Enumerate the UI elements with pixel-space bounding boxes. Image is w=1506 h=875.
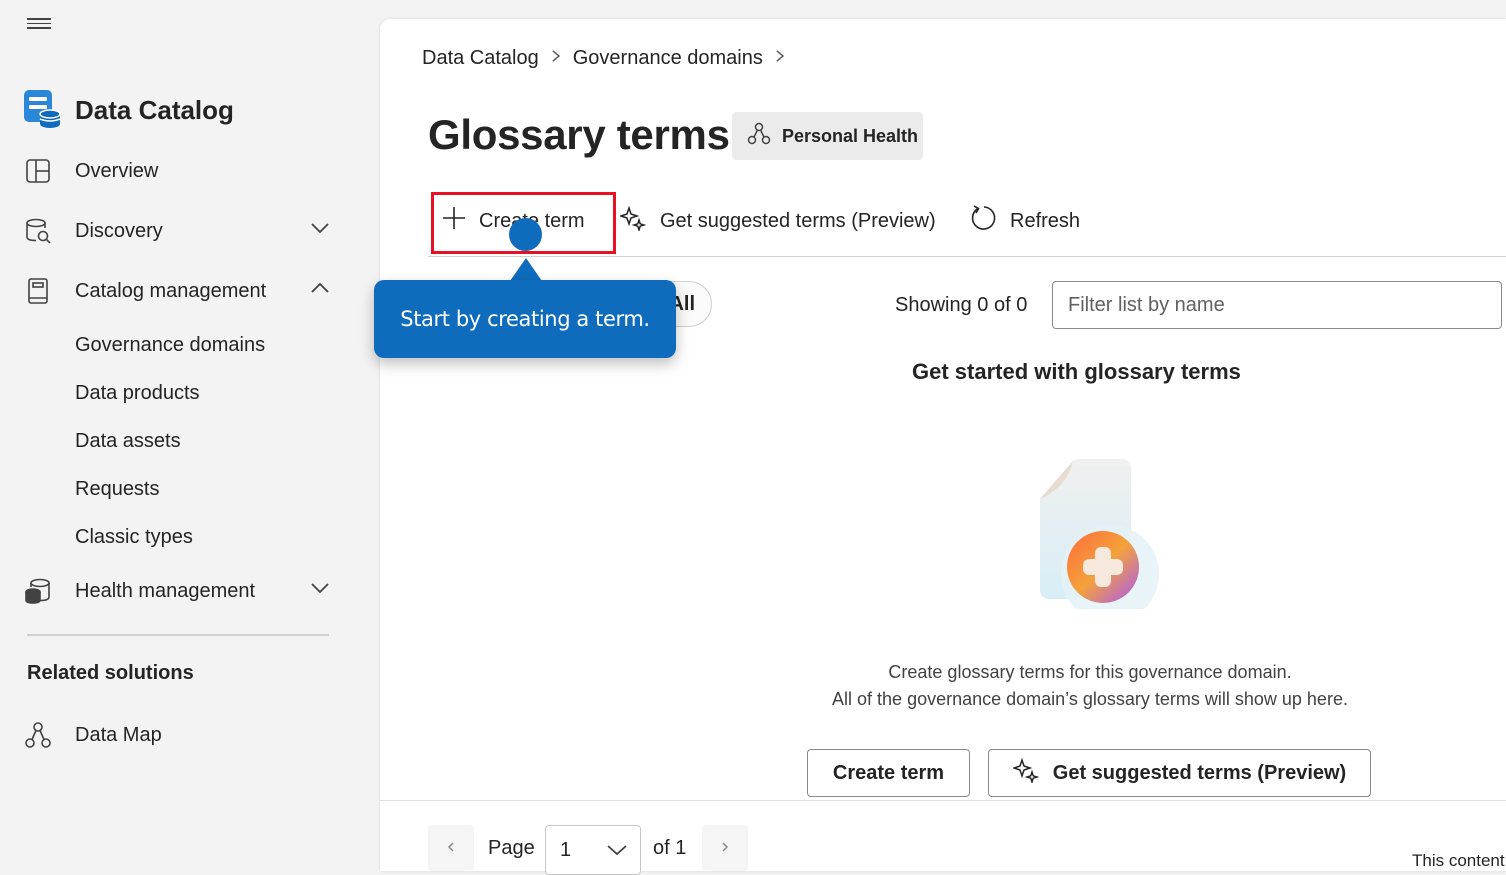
main-panel: Data Catalog Governance domains Glossary… <box>380 19 1506 875</box>
catalog-book-icon <box>22 276 54 306</box>
coachmark-text: Start by creating a term. <box>400 307 650 331</box>
footer-note: This content <box>1412 851 1505 870</box>
page-number-value: 1 <box>560 838 572 861</box>
empty-state-description: Create glossary terms for this governanc… <box>760 659 1420 713</box>
next-page-button[interactable] <box>702 825 748 871</box>
coachmark-tooltip: Start by creating a term. <box>374 280 676 358</box>
governance-domain-badge[interactable]: Personal Health <box>732 112 923 160</box>
breadcrumb-data-catalog[interactable]: Data Catalog <box>422 47 539 70</box>
refresh-button[interactable]: Refresh <box>970 201 1080 241</box>
app-title: Data Catalog <box>75 95 234 125</box>
empty-state-line-2: All of the governance domain’s glossary … <box>832 689 1348 709</box>
page-number-select[interactable]: 1 <box>545 825 641 875</box>
sparkle-icon <box>1011 757 1040 789</box>
breadcrumb-chevron-icon <box>775 49 785 68</box>
sidebar-item-health-management[interactable]: Health management <box>22 569 342 613</box>
sidebar-subitem-governance-domains[interactable]: Governance domains <box>75 330 265 360</box>
coachmark-beacon-dot[interactable] <box>509 218 542 251</box>
sidebar-item-label: Discovery <box>75 219 163 242</box>
chevron-up-icon[interactable] <box>310 281 330 300</box>
sidebar-item-data-map[interactable]: Data Map <box>22 713 342 757</box>
breadcrumb-chevron-icon <box>551 49 561 68</box>
sidebar-item-catalog-management[interactable]: Catalog management <box>22 269 342 313</box>
domain-badge-label: Personal Health <box>782 125 919 146</box>
domain-icon <box>747 122 771 151</box>
showing-count: Showing 0 of 0 <box>895 294 1028 316</box>
sidebar-item-discovery[interactable]: Discovery <box>22 209 342 253</box>
page-label: Page <box>488 837 535 859</box>
sparkle-icon <box>618 205 647 237</box>
sidebar-subitem-data-products[interactable]: Data products <box>75 378 200 408</box>
empty-state-illustration-icon <box>1015 439 1165 623</box>
chevron-down-icon[interactable] <box>310 581 330 600</box>
sidebar-item-label: Data Map <box>75 723 162 746</box>
related-solutions-heading: Related solutions <box>27 662 194 684</box>
sidebar-subitem-requests[interactable]: Requests <box>75 474 160 504</box>
chevron-left-icon <box>446 838 456 859</box>
health-database-icon <box>22 576 54 606</box>
chevron-right-icon <box>720 838 730 859</box>
sidebar-divider <box>27 634 329 636</box>
sidebar-item-label: Catalog management <box>75 279 267 302</box>
footer-divider <box>380 800 1506 801</box>
hamburger-menu-icon[interactable] <box>27 18 51 32</box>
refresh-icon <box>970 204 998 238</box>
chevron-down-icon[interactable] <box>310 221 330 240</box>
discovery-icon <box>22 216 54 246</box>
breadcrumb: Data Catalog Governance domains <box>422 47 797 70</box>
breadcrumb-governance-domains[interactable]: Governance domains <box>573 47 763 70</box>
sidebar-subitem-classic-types[interactable]: Classic types <box>75 522 193 552</box>
data-catalog-logo-icon <box>22 86 62 135</box>
sidebar-item-label: Overview <box>75 159 159 182</box>
filter-list-input[interactable] <box>1052 281 1502 329</box>
chevron-down-icon <box>606 840 628 863</box>
get-suggested-terms-button[interactable]: Get suggested terms (Preview) <box>618 201 936 241</box>
data-map-icon <box>22 720 54 750</box>
empty-suggest-label: Get suggested terms (Preview) <box>1052 761 1347 784</box>
empty-create-term-button[interactable]: Create term <box>807 749 970 797</box>
overview-icon <box>22 156 54 186</box>
empty-state-title: Get started with glossary terms <box>912 359 1241 384</box>
page-total: of 1 <box>653 837 687 859</box>
previous-page-button[interactable] <box>428 825 474 871</box>
app-header: Data Catalog <box>22 86 234 135</box>
get-suggested-terms-label: Get suggested terms (Preview) <box>660 209 936 232</box>
sidebar-subitem-data-assets[interactable]: Data assets <box>75 426 181 456</box>
sidebar-item-label: Health management <box>75 579 256 602</box>
refresh-label: Refresh <box>1010 209 1081 232</box>
sidebar: Data Catalog Overview Discovery Catalog … <box>0 0 380 871</box>
empty-get-suggested-terms-button[interactable]: Get suggested terms (Preview) <box>988 749 1371 797</box>
sidebar-item-overview[interactable]: Overview <box>22 149 342 193</box>
empty-state-line-1: Create glossary terms for this governanc… <box>888 662 1292 682</box>
page-title: Glossary terms <box>428 111 730 158</box>
coachmark-pointer <box>510 258 542 281</box>
toolbar-divider <box>428 256 1506 257</box>
